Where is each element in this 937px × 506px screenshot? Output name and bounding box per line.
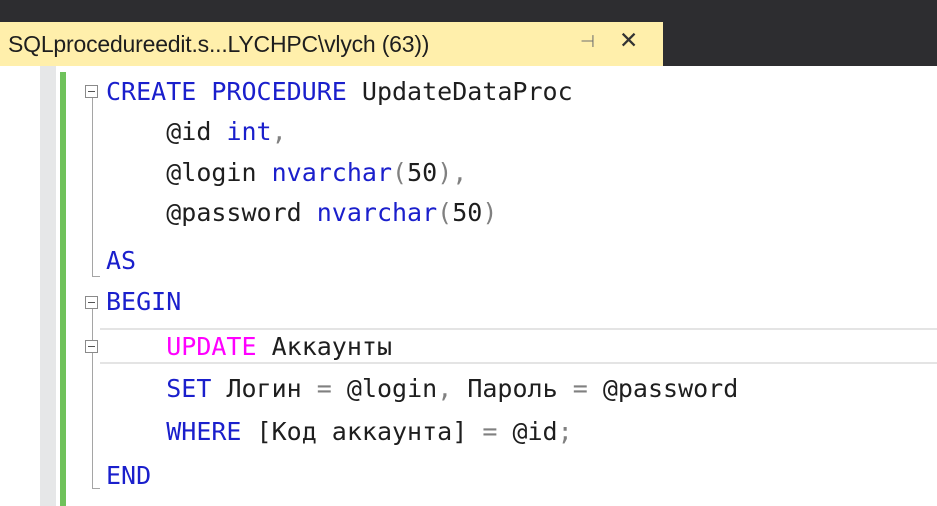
keyword-set: SET [166, 374, 212, 403]
outline-guide [92, 98, 93, 276]
code-line-7: UPDATE Аккаунты [106, 328, 392, 366]
column-name: [Код аккаунта] [256, 417, 468, 446]
procedure-name: UpdateDataProc [361, 77, 573, 106]
open-paren: ( [437, 198, 453, 227]
change-tracking-bar [60, 72, 66, 506]
param-reference: @login [346, 374, 438, 403]
comma: , [452, 158, 468, 187]
document-tab-strip: SQLprocedureedit.s...LYCHPC\vlych (63)) … [0, 0, 937, 66]
code-line-5: AS [106, 242, 136, 280]
keyword-update: UPDATE [166, 332, 257, 361]
close-icon[interactable]: ✕ [619, 28, 638, 54]
column-name: Пароль [467, 374, 558, 403]
keyword-begin: BEGIN [106, 287, 182, 316]
collapse-icon[interactable] [85, 340, 98, 353]
param-type: nvarchar [271, 158, 393, 187]
column-name: Логин [226, 374, 302, 403]
selection-margin [40, 66, 56, 506]
document-tab[interactable]: SQLprocedureedit.s...LYCHPC\vlych (63)) … [0, 22, 663, 66]
keyword-end: END [106, 461, 152, 490]
code-line-2: @id int, [106, 113, 287, 151]
equals-operator: = [572, 374, 588, 403]
param-name: @login [166, 158, 257, 187]
keyword-create: CREATE [106, 77, 197, 106]
keyword-where: WHERE [166, 417, 242, 446]
keyword-procedure: PROCEDURE [211, 77, 347, 106]
code-line-6: BEGIN [106, 283, 181, 321]
keyword-as: AS [106, 246, 137, 275]
param-reference: @id [512, 417, 558, 446]
size-literal: 50 [452, 198, 483, 227]
semicolon: ; [557, 417, 573, 446]
pin-icon[interactable]: ⊣ [580, 32, 595, 52]
collapse-icon[interactable] [85, 296, 98, 309]
table-name: Аккаунты [271, 332, 393, 361]
code-editor[interactable]: CREATE PROCEDURE UpdateDataProc @id int,… [0, 66, 937, 506]
comma: , [271, 117, 287, 146]
code-line-4: @password nvarchar(50) [106, 194, 497, 232]
code-line-8: SET Логин = @login, Пароль = @password [106, 370, 738, 408]
code-line-3: @login nvarchar(50), [106, 154, 467, 192]
code-line-10: END [106, 457, 151, 495]
param-name: @password [166, 198, 302, 227]
equals-operator: = [482, 417, 498, 446]
editor-margin [0, 66, 40, 506]
equals-operator: = [316, 374, 332, 403]
collapse-icon[interactable] [85, 85, 98, 98]
tab-title: SQLprocedureedit.s...LYCHPC\vlych (63)) [8, 30, 430, 57]
outline-guide [92, 309, 93, 489]
param-name: @id [166, 117, 212, 146]
size-literal: 50 [407, 158, 438, 187]
code-line-9: WHERE [Код аккаунта] = @id; [106, 413, 573, 451]
param-type: nvarchar [316, 198, 438, 227]
outline-guide-end [92, 276, 100, 277]
comma: , [437, 374, 453, 403]
code-line-1: CREATE PROCEDURE UpdateDataProc [106, 73, 573, 111]
param-type: int [226, 117, 272, 146]
param-reference: @password [602, 374, 739, 403]
close-paren: ) [482, 198, 498, 227]
close-paren: ) [437, 158, 453, 187]
open-paren: ( [392, 158, 408, 187]
outline-guide-end [92, 488, 100, 489]
